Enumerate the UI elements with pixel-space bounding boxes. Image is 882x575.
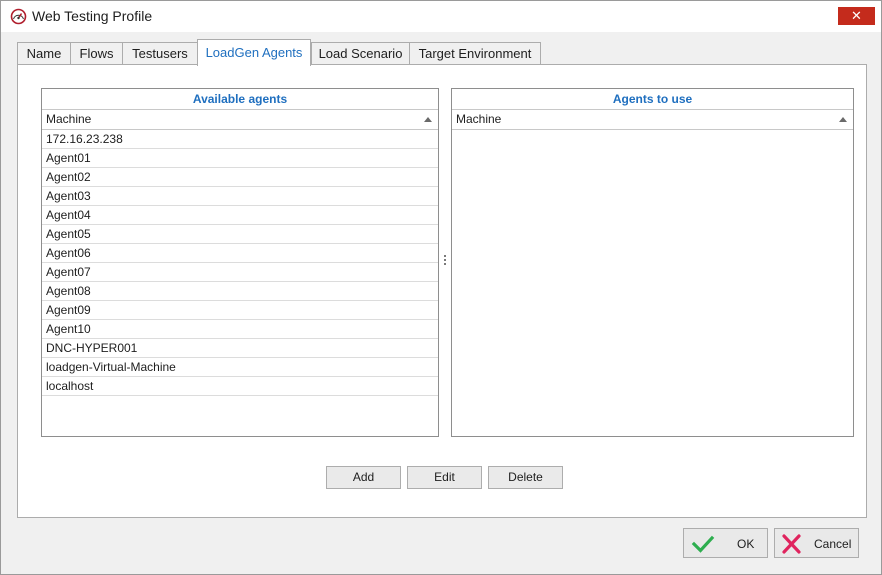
- tab-name[interactable]: Name: [17, 42, 71, 65]
- list-item[interactable]: Agent04: [42, 206, 438, 225]
- column-label: Machine: [456, 112, 502, 126]
- list-item[interactable]: Agent03: [42, 187, 438, 206]
- window-title: Web Testing Profile: [32, 8, 153, 24]
- list-item[interactable]: Agent10: [42, 320, 438, 339]
- tab-testusers[interactable]: Testusers: [122, 42, 198, 65]
- agents-to-use-panel: Agents to use Machine: [451, 88, 854, 437]
- checkmark-icon: [691, 535, 715, 553]
- agents-to-use-title: Agents to use: [452, 89, 853, 110]
- cancel-x-icon: [782, 534, 801, 554]
- list-item[interactable]: localhost: [42, 377, 438, 396]
- sort-ascending-icon: [839, 117, 847, 122]
- edit-button[interactable]: Edit: [407, 466, 482, 489]
- close-button[interactable]: ✕: [838, 7, 875, 25]
- to-use-machine-column-header[interactable]: Machine: [452, 110, 853, 130]
- tab-flows[interactable]: Flows: [70, 42, 123, 65]
- available-machine-column-header[interactable]: Machine: [42, 110, 438, 130]
- dialog-window: Web Testing Profile ✕ Name Flows Testuse…: [0, 0, 882, 575]
- list-item[interactable]: Agent02: [42, 168, 438, 187]
- title-bar[interactable]: Web Testing Profile ✕: [1, 1, 881, 32]
- list-item[interactable]: Agent05: [42, 225, 438, 244]
- tab-target-environment[interactable]: Target Environment: [409, 42, 541, 65]
- cancel-button[interactable]: Cancel: [774, 528, 859, 558]
- speedometer-icon: [10, 8, 27, 25]
- list-item[interactable]: Agent06: [42, 244, 438, 263]
- delete-button[interactable]: Delete: [488, 466, 563, 489]
- tab-load-scenario[interactable]: Load Scenario: [311, 42, 410, 65]
- ok-button[interactable]: OK: [683, 528, 768, 558]
- available-agents-panel: Available agents Machine 172.16.23.238 A…: [41, 88, 439, 437]
- available-agents-title: Available agents: [42, 89, 438, 110]
- close-icon: ✕: [851, 8, 862, 23]
- ok-label: OK: [737, 537, 755, 551]
- cancel-label: Cancel: [814, 537, 852, 551]
- panel-splitter-handle[interactable]: [444, 255, 446, 269]
- list-item[interactable]: Agent07: [42, 263, 438, 282]
- available-agents-list: 172.16.23.238 Agent01 Agent02 Agent03 Ag…: [42, 130, 438, 396]
- list-item[interactable]: 172.16.23.238: [42, 130, 438, 149]
- list-item[interactable]: loadgen-Virtual-Machine: [42, 358, 438, 377]
- list-item[interactable]: DNC-HYPER001: [42, 339, 438, 358]
- tab-loadgen-agents[interactable]: LoadGen Agents: [197, 39, 311, 66]
- list-item[interactable]: Agent01: [42, 149, 438, 168]
- sort-ascending-icon: [424, 117, 432, 122]
- list-item[interactable]: Agent09: [42, 301, 438, 320]
- column-label: Machine: [46, 112, 92, 126]
- add-button[interactable]: Add: [326, 466, 401, 489]
- list-item[interactable]: Agent08: [42, 282, 438, 301]
